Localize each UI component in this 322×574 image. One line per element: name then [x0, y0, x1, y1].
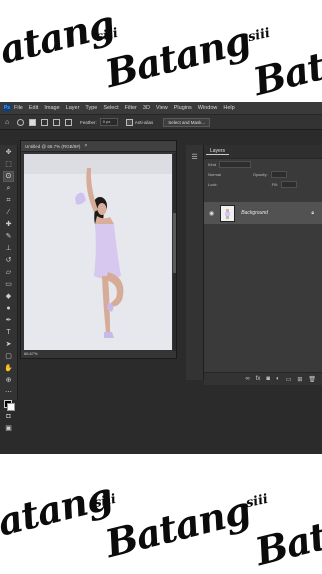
- quick-select-tool-icon[interactable]: ⌕: [4, 184, 13, 193]
- menu-edit[interactable]: Edit: [29, 105, 38, 111]
- delete-layer-icon[interactable]: 🗑︎: [308, 376, 316, 383]
- lock-row: Lock: Fill:: [204, 179, 322, 189]
- more-tools-icon[interactable]: ⋯: [4, 388, 13, 397]
- canvas[interactable]: [24, 154, 172, 350]
- blur-tool-icon[interactable]: ◆: [4, 292, 13, 301]
- anti-alias-label: Anti-alias: [134, 119, 154, 125]
- lock-label: Lock:: [208, 181, 218, 187]
- visibility-eye-icon[interactable]: ◉: [209, 210, 214, 217]
- history-brush-icon[interactable]: ↺: [4, 256, 13, 265]
- menu-layer[interactable]: Layer: [66, 105, 80, 111]
- color-swatches-icon[interactable]: [4, 400, 15, 411]
- menu-bar: Ps File Edit Image Layer Type Select Fil…: [0, 102, 322, 114]
- menu-3d[interactable]: 3D: [143, 105, 150, 111]
- watermark-prefix: siii: [244, 491, 270, 512]
- new-selection-icon[interactable]: [29, 118, 36, 126]
- anti-alias-checkbox[interactable]: [125, 118, 133, 126]
- watermark-text: Batang: [100, 16, 255, 97]
- gradient-tool-icon[interactable]: ▭: [4, 280, 13, 289]
- menu-plugins[interactable]: Plugins: [174, 105, 192, 111]
- healing-tool-icon[interactable]: ✚: [4, 220, 13, 229]
- layers-tab[interactable]: Layers: [204, 145, 322, 159]
- add-mask-icon[interactable]: ◙: [266, 376, 270, 382]
- stamp-tool-icon[interactable]: ⊥: [4, 244, 13, 253]
- select-and-mask-button[interactable]: Select and Mask...: [163, 117, 211, 127]
- brush-tool-icon[interactable]: ✎: [4, 232, 13, 241]
- dodge-tool-icon[interactable]: ●: [4, 304, 13, 313]
- add-selection-icon[interactable]: [41, 118, 48, 126]
- collapsed-panels-strip: ☰: [186, 145, 204, 380]
- feather-input[interactable]: 0 px: [99, 118, 118, 126]
- intersect-selection-icon[interactable]: [65, 118, 72, 126]
- move-tool-icon[interactable]: ✥: [4, 148, 13, 157]
- crop-tool-icon[interactable]: ⌗: [4, 196, 13, 205]
- shape-tool-icon[interactable]: ▢: [4, 352, 13, 361]
- mode-row: Normal Opacity:: [204, 169, 322, 179]
- quick-mask-icon[interactable]: ◘: [4, 412, 13, 421]
- photo-figure: [24, 154, 172, 350]
- fill-input[interactable]: [280, 180, 297, 188]
- marquee-tool-icon[interactable]: ⬚: [4, 160, 13, 169]
- options-bar: ⌂ Feather: 0 px Anti-alias Select and Ma…: [0, 114, 322, 130]
- document-window: Untitled @ 66.7% (RGB/8#) × 66.67%: [20, 140, 177, 359]
- filter-row: Kind: [204, 159, 322, 169]
- fill-label: Fill:: [271, 181, 278, 187]
- new-group-icon[interactable]: ▭: [286, 376, 292, 383]
- photoshop-window: Ps File Edit Image Layer Type Select Fil…: [0, 102, 322, 454]
- pen-tool-icon[interactable]: ✒: [4, 316, 13, 325]
- watermark-prefix: siii: [246, 25, 272, 46]
- zoom-tool-icon[interactable]: ⊕: [4, 376, 13, 385]
- kind-label: Kind: [208, 161, 217, 167]
- menu-select[interactable]: Select: [103, 105, 118, 111]
- menu-help[interactable]: Help: [223, 105, 234, 111]
- layers-tab-label: Layers: [206, 148, 230, 155]
- home-icon[interactable]: ⌂: [5, 119, 12, 126]
- menu-type[interactable]: Type: [85, 105, 97, 111]
- screen-mode-icon[interactable]: ▣: [4, 424, 13, 433]
- panel-options-icon[interactable]: ☰: [190, 153, 199, 162]
- feather-label: Feather:: [80, 119, 97, 125]
- new-layer-icon[interactable]: ⊞: [297, 376, 302, 383]
- close-tab-icon[interactable]: ×: [84, 143, 87, 149]
- lasso-tool-icon[interactable]: ʘ: [3, 171, 14, 182]
- menu-view[interactable]: View: [156, 105, 168, 111]
- watermark-top: Batang siii Batang siii Batang: [0, 0, 322, 102]
- watermark-bottom: Batang siii Batang siii Batang: [0, 454, 322, 574]
- lasso-preset-icon[interactable]: [17, 118, 24, 126]
- document-scrollbar[interactable]: [173, 153, 176, 351]
- zoom-level: 66.67%: [24, 351, 38, 356]
- hand-tool-icon[interactable]: ✋: [4, 364, 13, 373]
- layers-footer: ∞ fx ◙ ◐ ▭ ⊞ 🗑︎: [204, 372, 322, 385]
- layer-thumbnail: [220, 204, 236, 222]
- layer-row-background[interactable]: ◉ Background 🔒︎: [204, 202, 322, 224]
- type-tool-icon[interactable]: T: [4, 328, 13, 337]
- lock-icon: 🔒︎: [311, 210, 314, 216]
- eyedropper-tool-icon[interactable]: ⁄: [4, 208, 13, 217]
- kind-select[interactable]: [219, 160, 252, 168]
- ps-logo-icon: Ps: [3, 104, 11, 112]
- tools-panel: ✥ ⬚ ʘ ⌕ ⌗ ⁄ ✚ ✎ ⊥ ↺ ▱ ▭ ◆ ● ✒ T ➤ ▢ ✋ ⊕ …: [0, 145, 18, 432]
- mode-select[interactable]: Normal: [208, 172, 221, 177]
- layer-name: Background: [241, 210, 268, 216]
- menu-window[interactable]: Window: [198, 105, 218, 111]
- subtract-selection-icon[interactable]: [53, 118, 60, 126]
- menu-filter[interactable]: Filter: [125, 105, 137, 111]
- adjustment-layer-icon[interactable]: ◐: [276, 376, 280, 382]
- menu-file[interactable]: File: [14, 105, 23, 111]
- menu-image[interactable]: Image: [44, 105, 59, 111]
- path-select-tool-icon[interactable]: ➤: [4, 340, 13, 349]
- watermark-text: Batang: [100, 486, 255, 567]
- layer-style-icon[interactable]: fx: [256, 376, 261, 382]
- eraser-tool-icon[interactable]: ▱: [4, 268, 13, 277]
- document-tab-title: Untitled @ 66.7% (RGB/8#): [25, 143, 81, 149]
- document-tab[interactable]: Untitled @ 66.7% (RGB/8#) ×: [21, 141, 176, 152]
- watermark-text: Batang: [0, 472, 117, 553]
- opacity-label: Opacity:: [252, 171, 268, 177]
- opacity-input[interactable]: [270, 170, 287, 178]
- layers-panel: Layers Kind Normal Opacity: Lock: Fill: …: [204, 145, 322, 385]
- link-layers-icon[interactable]: ∞: [245, 376, 249, 382]
